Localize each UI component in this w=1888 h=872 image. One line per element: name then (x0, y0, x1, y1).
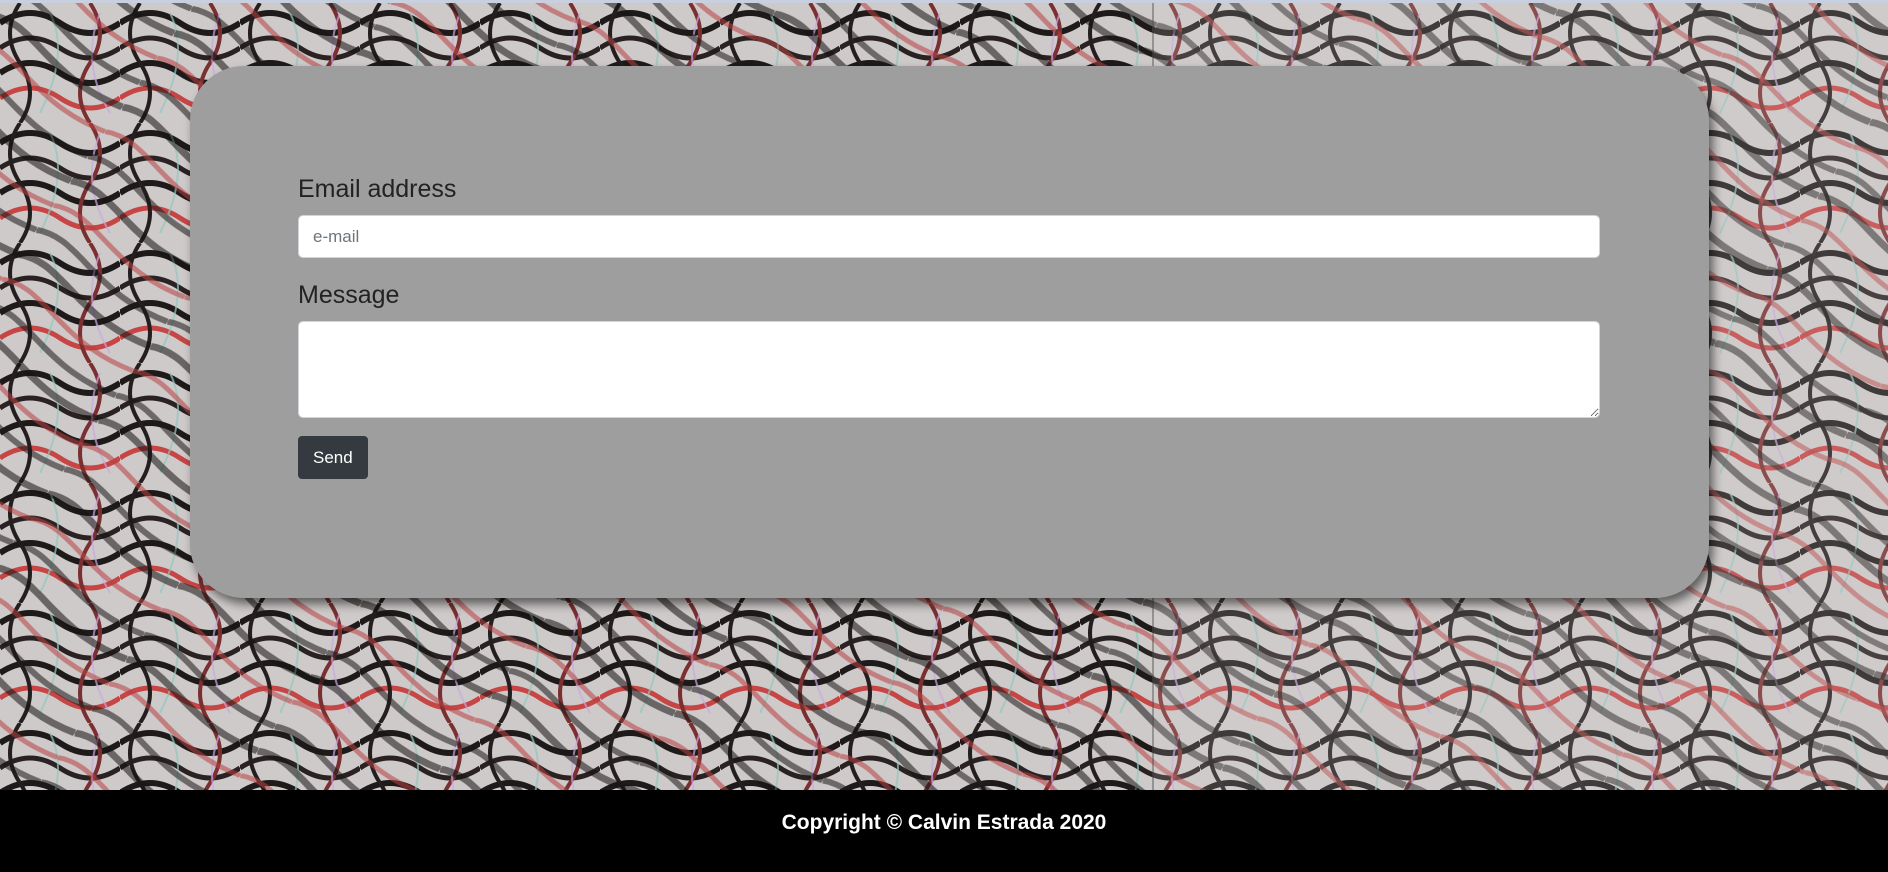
copyright-text: Copyright © Calvin Estrada 2020 (781, 811, 1107, 834)
page: Email address Message Send Copyright © C… (0, 0, 1888, 872)
email-field[interactable] (298, 215, 1600, 258)
contact-form-card: Email address Message Send (190, 66, 1709, 598)
footer: Copyright © Calvin Estrada 2020 (0, 790, 1888, 872)
send-button[interactable]: Send (298, 436, 368, 479)
message-textarea[interactable] (298, 321, 1600, 418)
contact-form: Email address Message Send (298, 174, 1600, 479)
message-label: Message (298, 281, 400, 309)
email-label: Email address (298, 175, 457, 203)
